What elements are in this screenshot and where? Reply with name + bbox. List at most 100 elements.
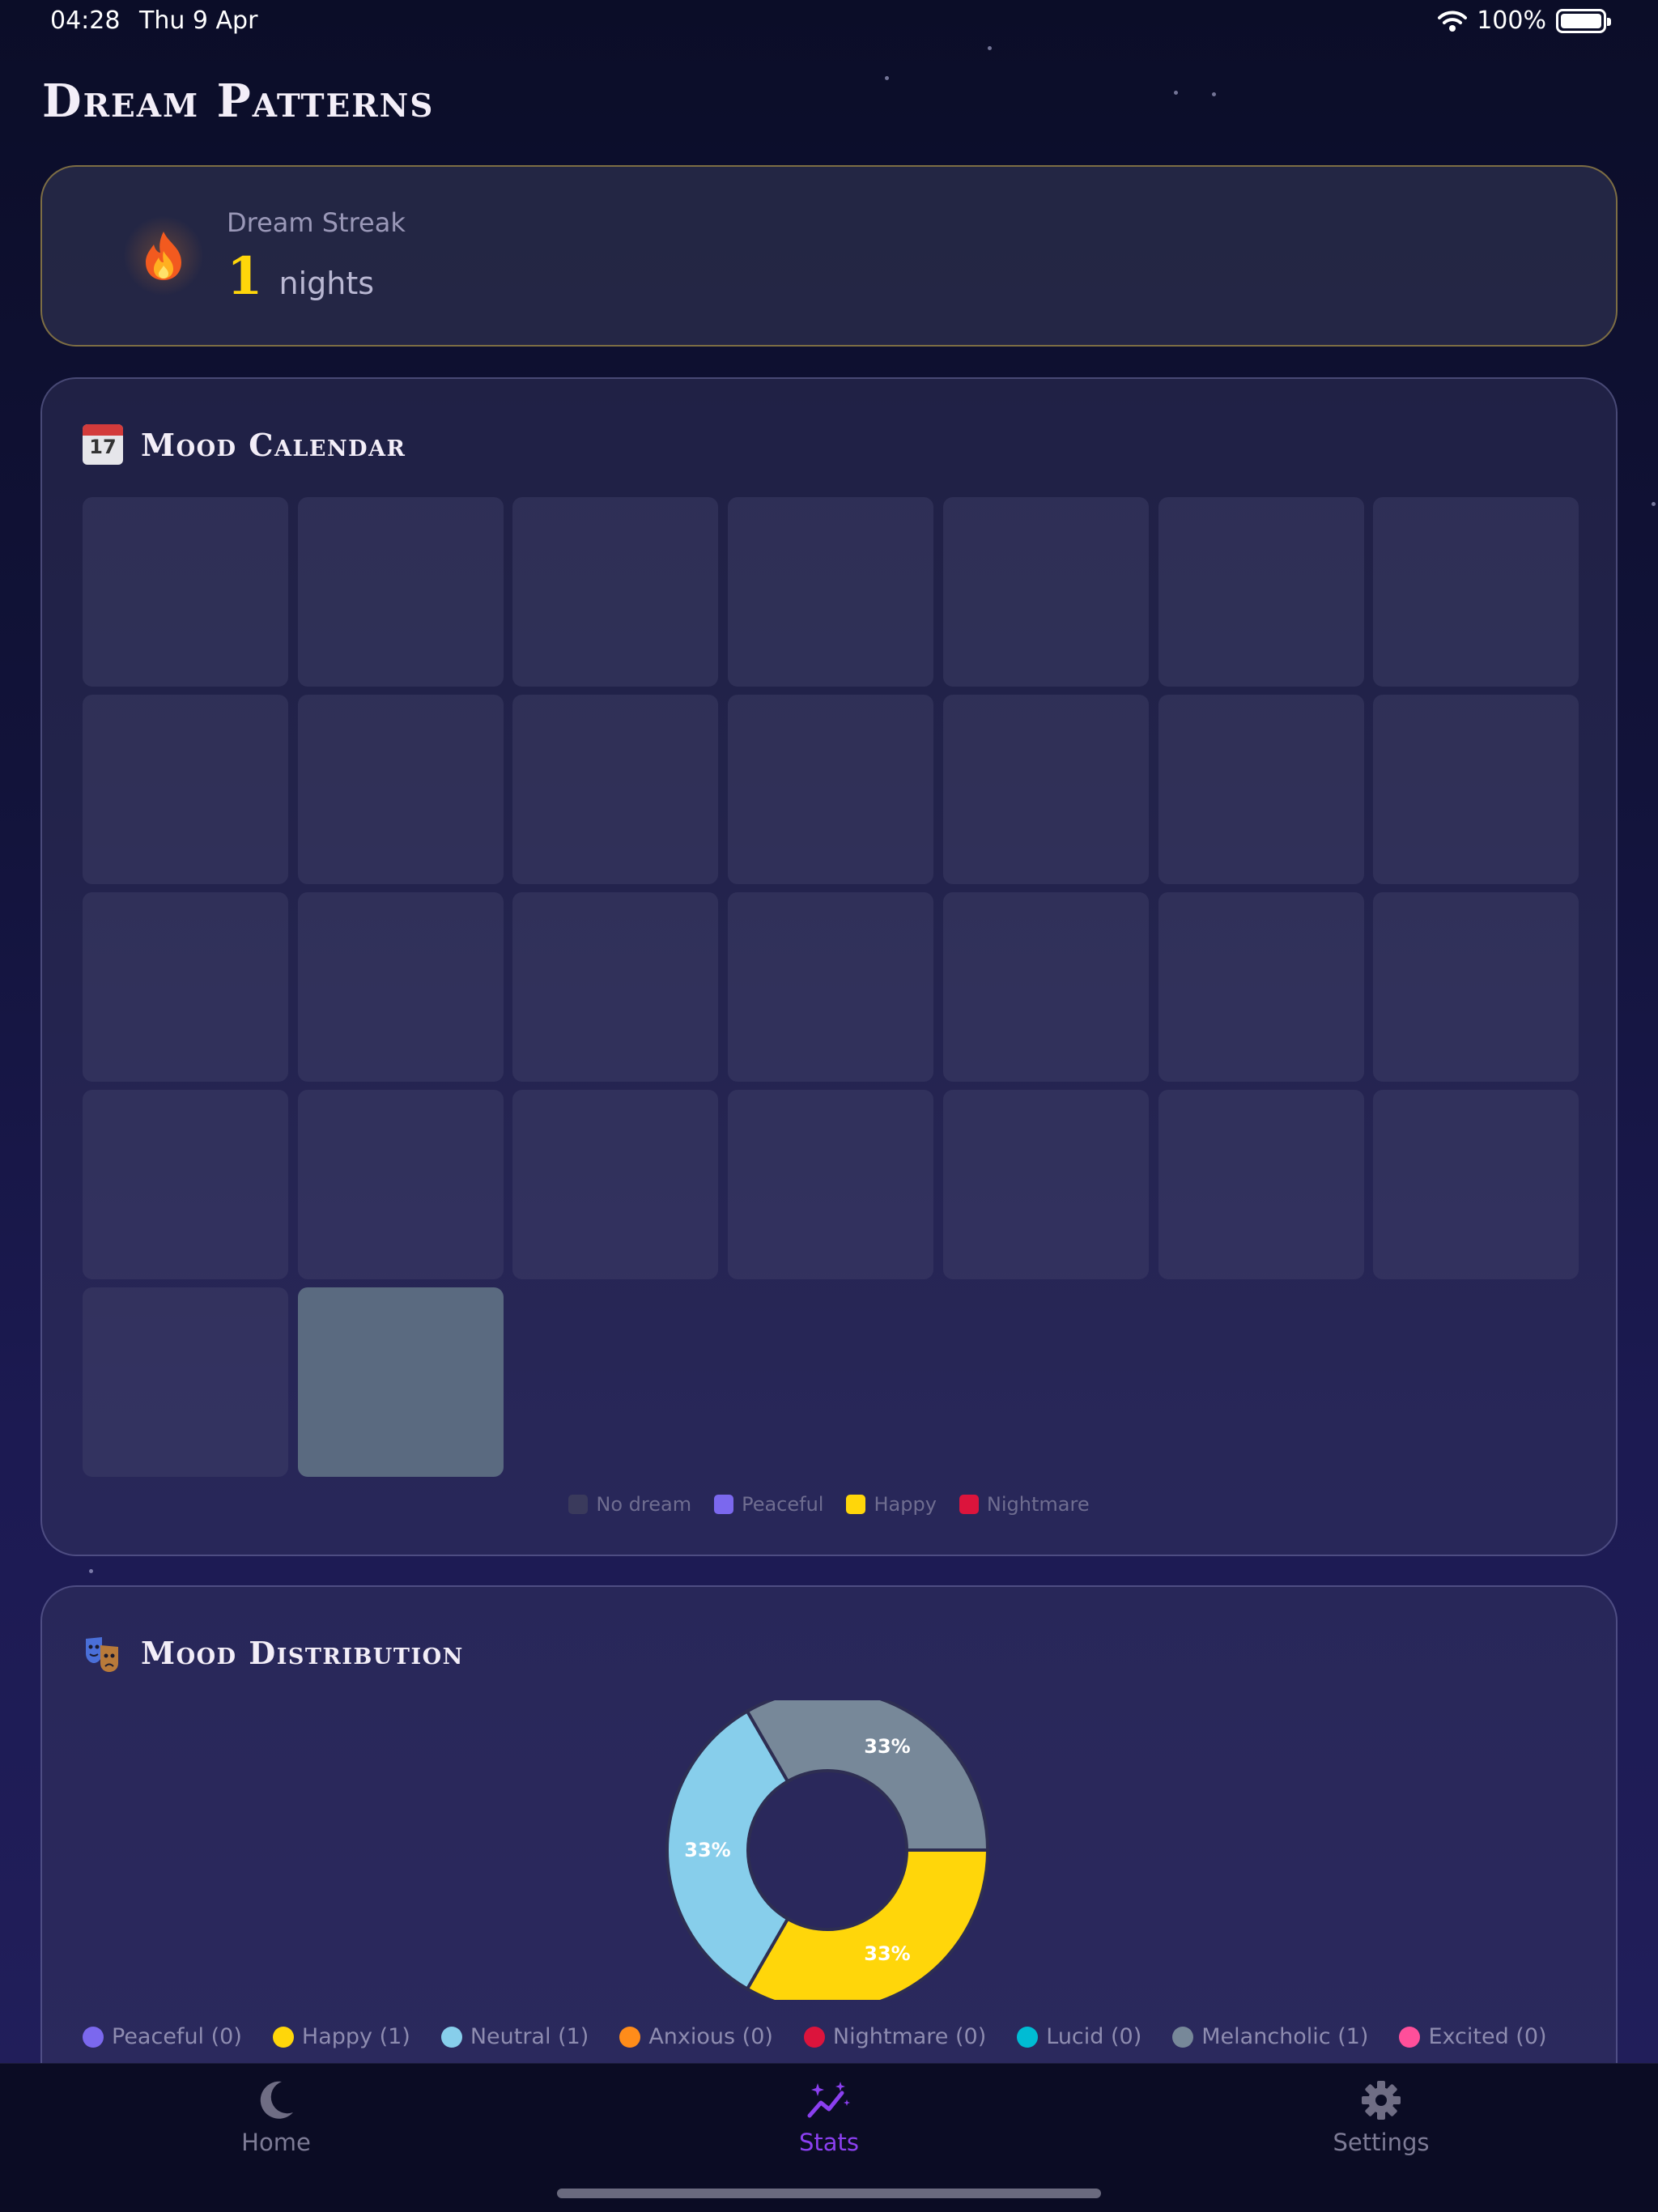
legend-swatch — [714, 1495, 734, 1514]
mood-calendar-card: 17 Mood Calendar No dream Peaceful Happy Ni… — [40, 377, 1618, 1556]
legend-label: Nightmare — [986, 1493, 1090, 1516]
flame-icon — [123, 215, 204, 296]
donut-slice-melancholic[interactable] — [745, 1700, 989, 1852]
tab-stats[interactable]: Stats — [708, 2080, 950, 2156]
legend-dot — [272, 2026, 294, 2048]
legend-label: Neutral (1) — [470, 2024, 589, 2049]
status-date: Thu 9 Apr — [139, 6, 258, 35]
calendar-day-cell[interactable] — [83, 497, 288, 687]
mood-calendar-header: 17 Mood Calendar — [83, 424, 406, 465]
tab-settings-label: Settings — [1333, 2129, 1430, 2156]
calendar-day-cell[interactable] — [942, 695, 1149, 884]
calendar-day-cell[interactable] — [83, 695, 288, 884]
theater-masks-icon — [83, 1632, 123, 1673]
tab-home[interactable]: Home — [155, 2080, 397, 2156]
mood-distribution-legend: Peaceful (0) Happy (1) Neutral (1) Anxious … — [83, 2024, 1547, 2049]
tab-home-label: Home — [241, 2129, 311, 2156]
background-star — [1174, 91, 1178, 95]
distribution-legend-item: Excited (0) — [1399, 2024, 1547, 2049]
home-indicator — [557, 2189, 1101, 2198]
page-title: Dream Patterns — [42, 74, 435, 128]
legend-label: Anxious (0) — [648, 2024, 773, 2049]
calendar-day-cell[interactable] — [83, 1090, 288, 1279]
mood-distribution-title: Mood Distribution — [141, 1634, 464, 1671]
calendar-legend-item: Peaceful — [714, 1493, 823, 1516]
legend-dot — [803, 2026, 825, 2048]
tab-settings[interactable]: Settings — [1260, 2080, 1503, 2156]
legend-dot — [1399, 2026, 1421, 2048]
streak-unit: nights — [278, 266, 375, 301]
distribution-legend-item: Neutral (1) — [440, 2024, 589, 2049]
distribution-legend-item: Melancholic (1) — [1172, 2024, 1368, 2049]
mood-calendar-title: Mood Calendar — [141, 426, 406, 463]
legend-label: Peaceful — [742, 1493, 824, 1516]
calendar-day-cell[interactable] — [728, 695, 934, 884]
calendar-day-cell[interactable] — [83, 1287, 288, 1477]
calendar-day-cell[interactable] — [1158, 497, 1364, 687]
calendar-day-cell[interactable] — [728, 892, 934, 1082]
legend-label: Lucid (0) — [1046, 2024, 1142, 2049]
calendar-legend-item: Nightmare — [959, 1493, 1090, 1516]
calendar-day-cell[interactable] — [728, 1090, 934, 1279]
calendar-day-cell[interactable] — [1158, 695, 1364, 884]
legend-label: Happy — [874, 1493, 937, 1516]
calendar-day-cell[interactable] — [1373, 695, 1579, 884]
moon-icon — [257, 2080, 295, 2124]
mood-distribution-header: Mood Distribution — [83, 1632, 464, 1673]
calendar-day-cell[interactable] — [942, 892, 1149, 1082]
background-star — [885, 76, 889, 80]
calendar-day-cell[interactable] — [297, 1287, 504, 1477]
wifi-icon — [1438, 10, 1468, 32]
distribution-legend-item: Anxious (0) — [619, 2024, 773, 2049]
donut-slice-label: 33% — [864, 1942, 910, 1965]
calendar-day-cell[interactable] — [297, 1090, 504, 1279]
calendar-legend-item: Happy — [846, 1493, 937, 1516]
mood-donut-chart: 33% 33% 33% — [665, 1700, 989, 2000]
calendar-day-cell[interactable] — [512, 1090, 719, 1279]
calendar-legend-item: No dream — [568, 1493, 691, 1516]
calendar-day-cell[interactable] — [83, 892, 288, 1082]
distribution-legend-item: Happy (1) — [272, 2024, 410, 2049]
status-bar: 04:28 Thu 9 Apr 100% — [0, 0, 1658, 42]
calendar-day-cell[interactable] — [512, 497, 719, 687]
calendar-day-cell[interactable] — [1373, 892, 1579, 1082]
calendar-day-cell[interactable] — [297, 497, 504, 687]
legend-label: Nightmare (0) — [832, 2024, 987, 2049]
calendar-day-cell[interactable] — [297, 892, 504, 1082]
status-indicators: 100% — [1438, 6, 1611, 35]
donut-slice-label: 33% — [864, 1735, 910, 1758]
battery-icon — [1556, 8, 1611, 33]
calendar-day-cell[interactable] — [512, 695, 719, 884]
donut-slice-label: 33% — [684, 1839, 730, 1861]
distribution-legend-item: Peaceful (0) — [83, 2024, 242, 2049]
calendar-day-cell[interactable] — [1158, 1090, 1364, 1279]
background-star — [1652, 502, 1656, 506]
legend-swatch — [959, 1495, 979, 1514]
calendar-day-cell[interactable] — [1158, 892, 1364, 1082]
calendar-day-cell[interactable] — [297, 695, 504, 884]
background-star — [1212, 92, 1216, 96]
legend-dot — [619, 2026, 641, 2048]
legend-dot — [440, 2026, 462, 2048]
mood-calendar-grid — [83, 497, 1579, 1477]
calendar-day-cell[interactable] — [942, 497, 1149, 687]
battery-percentage: 100% — [1477, 6, 1546, 35]
calendar-day-cell[interactable] — [512, 892, 719, 1082]
calendar-day-cell[interactable] — [1373, 1090, 1579, 1279]
calendar-day-cell[interactable] — [1373, 497, 1579, 687]
legend-label: Peaceful (0) — [112, 2024, 242, 2049]
legend-swatch — [568, 1495, 589, 1514]
dream-streak-card: Dream Streak 1 nights — [40, 165, 1618, 347]
calendar-day-cell[interactable] — [728, 497, 934, 687]
mood-calendar-legend: No dream Peaceful Happy Nightmare — [42, 1493, 1616, 1516]
calendar-day-cell[interactable] — [942, 1090, 1149, 1279]
status-time: 04:28 — [50, 6, 121, 35]
calendar-icon-day: 17 — [89, 436, 117, 458]
gear-icon — [1361, 2080, 1401, 2124]
legend-label: Excited (0) — [1428, 2024, 1547, 2049]
calendar-icon: 17 — [83, 424, 123, 465]
legend-dot — [1172, 2026, 1194, 2048]
legend-label: Happy (1) — [301, 2024, 410, 2049]
tab-stats-label: Stats — [798, 2129, 860, 2156]
background-star — [988, 46, 992, 50]
